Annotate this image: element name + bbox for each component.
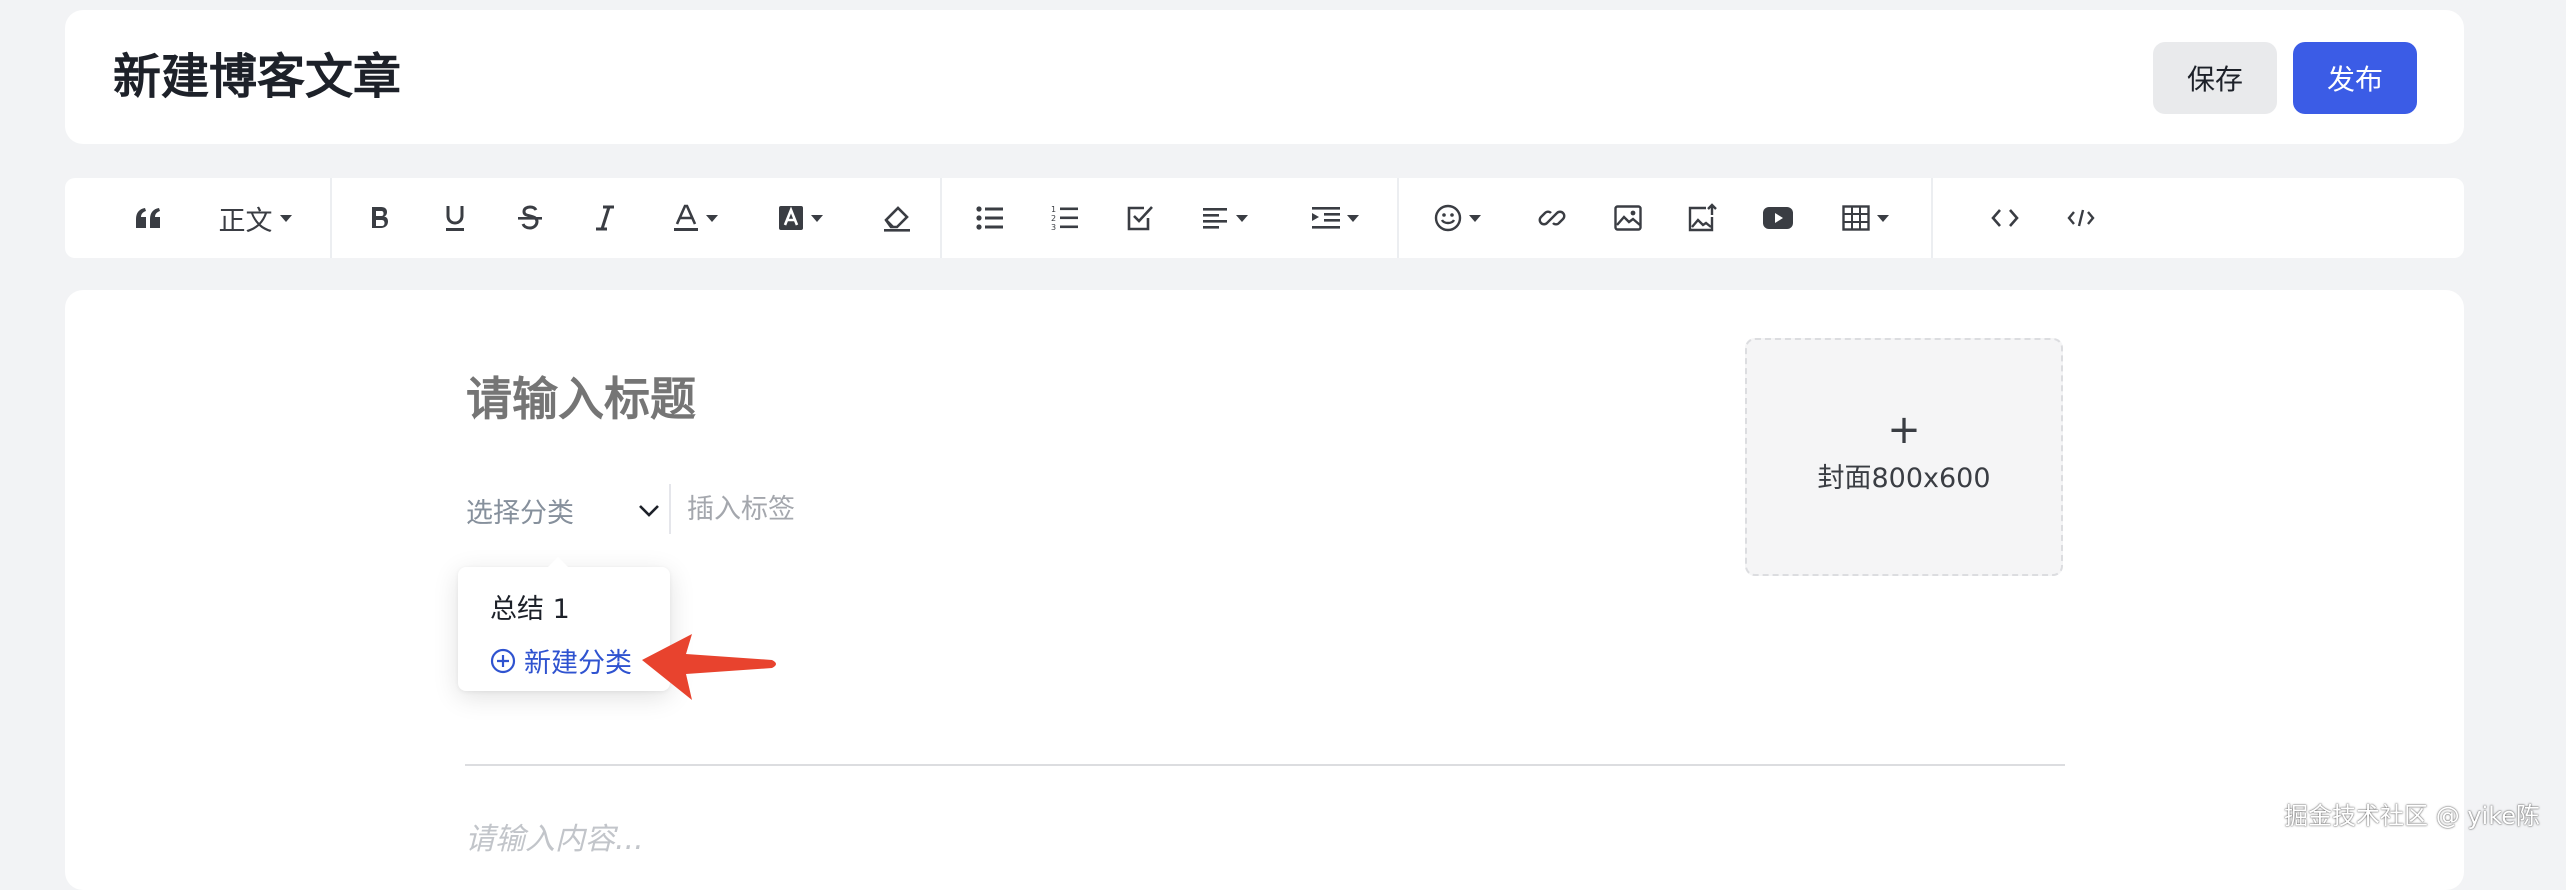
- cover-upload[interactable]: + 封面800x600: [1745, 338, 2063, 576]
- plus-circle-icon: [490, 648, 516, 673]
- svg-text:2: 2: [1051, 214, 1056, 223]
- category-select[interactable]: 选择分类: [466, 486, 661, 534]
- emoji-icon[interactable]: [1422, 178, 1492, 258]
- category-dropdown: 总结 1 新建分类: [458, 557, 670, 691]
- strikethrough-icon[interactable]: [505, 178, 555, 258]
- font-color-icon[interactable]: [660, 178, 730, 258]
- dropdown-pointer: [548, 557, 568, 567]
- chevron-down-icon: [1346, 214, 1359, 222]
- code-icon[interactable]: [1980, 178, 2030, 258]
- toolbar-divider: [1931, 178, 1933, 258]
- category-option[interactable]: 总结 1: [490, 587, 570, 626]
- chevron-down-icon: [1876, 214, 1889, 222]
- editor-divider: [465, 764, 2065, 766]
- category-select-label: 选择分类: [466, 497, 574, 529]
- title-input[interactable]: [466, 372, 1666, 426]
- highlight-color-icon[interactable]: [765, 178, 835, 258]
- bulleted-list-icon[interactable]: [965, 178, 1015, 258]
- code-block-icon[interactable]: [2056, 178, 2106, 258]
- plus-icon: +: [1887, 407, 1921, 453]
- editor-area: 选择分类 插入标签 总结 1 新建分类 + 封面800x600 请输入内容...: [65, 290, 2464, 890]
- content-input[interactable]: 请输入内容...: [465, 814, 644, 858]
- chevron-down-icon: [1235, 214, 1248, 222]
- page-title: 新建博客文章: [113, 49, 402, 105]
- chevron-down-icon: [279, 214, 292, 222]
- tag-input[interactable]: 插入标签: [687, 486, 795, 534]
- clear-format-icon[interactable]: [872, 178, 922, 258]
- svg-text:3: 3: [1051, 223, 1056, 232]
- align-icon[interactable]: [1190, 178, 1260, 258]
- toolbar-divider: [330, 178, 332, 258]
- chevron-down-icon: [810, 214, 823, 222]
- publish-button[interactable]: 发布: [2293, 42, 2417, 114]
- bold-icon[interactable]: [355, 178, 405, 258]
- page-header: 新建博客文章 保存 发布: [65, 10, 2464, 144]
- new-category-label: 新建分类: [524, 648, 632, 679]
- checklist-icon[interactable]: [1115, 178, 1165, 258]
- meta-divider: [669, 484, 671, 534]
- annotation-arrow-icon: [642, 634, 776, 700]
- chevron-down-icon: [705, 214, 718, 222]
- svg-text:1: 1: [1051, 205, 1056, 214]
- table-icon[interactable]: [1830, 178, 1900, 258]
- save-button[interactable]: 保存: [2153, 42, 2277, 114]
- image-icon[interactable]: [1603, 178, 1653, 258]
- indent-icon[interactable]: [1300, 178, 1370, 258]
- editor-toolbar: 正文 123: [65, 178, 2464, 258]
- chevron-down-icon: [639, 505, 659, 517]
- new-category-button[interactable]: 新建分类: [490, 641, 632, 680]
- underline-icon[interactable]: [430, 178, 480, 258]
- watermark: 掘金技术社区 @ yike陈: [2284, 802, 2540, 830]
- cover-label: 封面800x600: [1817, 463, 1991, 494]
- numbered-list-icon[interactable]: 123: [1040, 178, 1090, 258]
- toolbar-divider: [1397, 178, 1399, 258]
- chevron-down-icon: [1468, 214, 1481, 222]
- paragraph-style-dropdown[interactable]: 正文: [205, 178, 305, 258]
- toolbar-divider: [940, 178, 942, 258]
- italic-icon[interactable]: [580, 178, 630, 258]
- quote-icon[interactable]: [123, 178, 173, 258]
- video-icon[interactable]: [1753, 178, 1803, 258]
- upload-image-icon[interactable]: [1678, 178, 1728, 258]
- link-icon[interactable]: [1527, 178, 1577, 258]
- paragraph-style-label: 正文: [218, 205, 273, 237]
